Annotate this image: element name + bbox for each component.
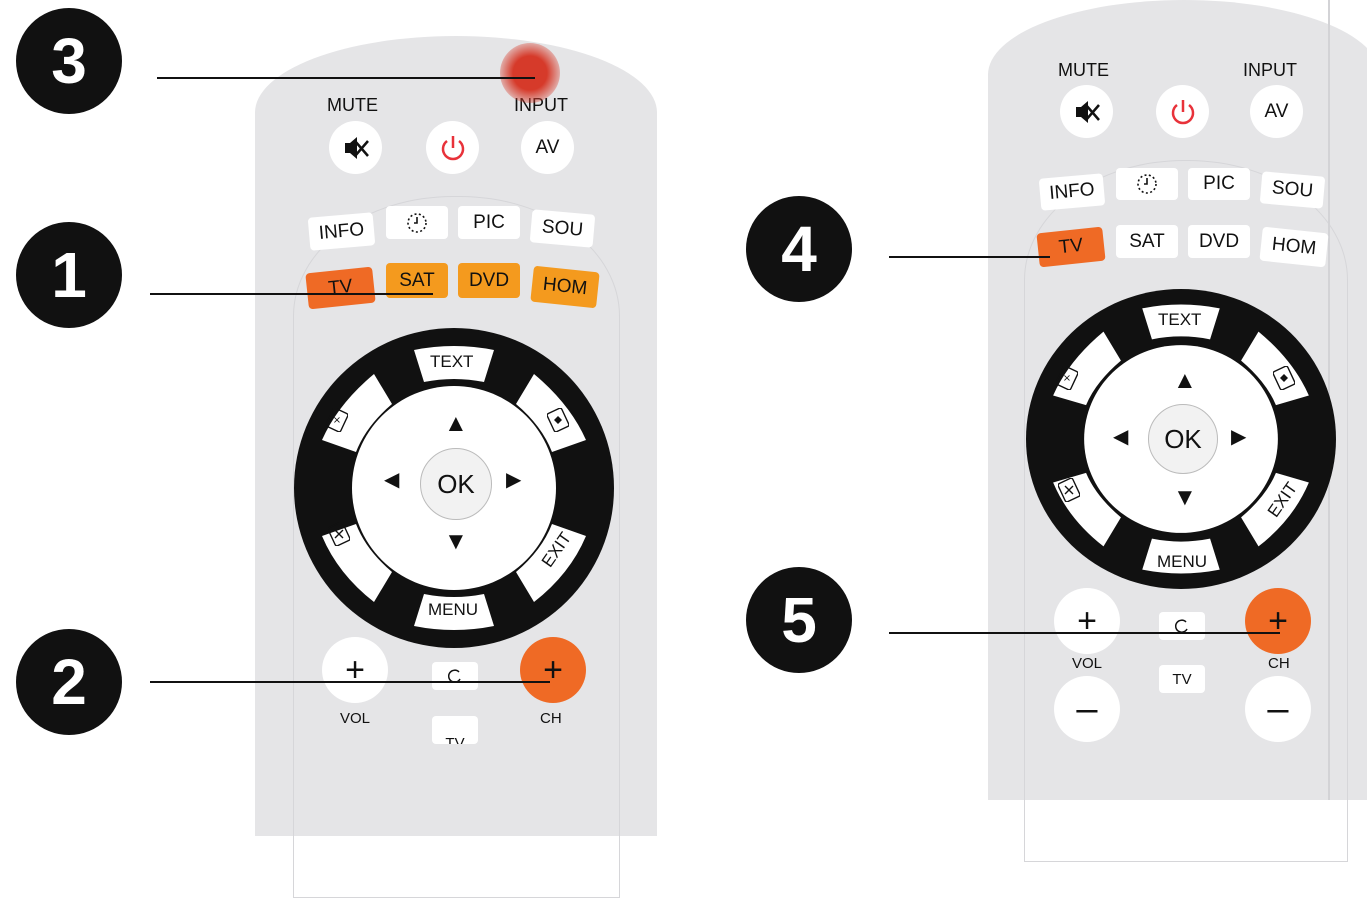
vol-label: VOL [340, 710, 371, 727]
leader-line-2 [150, 681, 550, 683]
power-icon-r [1171, 99, 1194, 124]
left-arrow-icon[interactable]: ◀ [384, 470, 399, 490]
menu-key[interactable]: MENU [428, 600, 478, 620]
left-arrow-icon-r[interactable]: ◀ [1113, 427, 1128, 447]
ok-button-r[interactable]: OK [1148, 404, 1218, 474]
menu-key-r[interactable]: MENU [1157, 552, 1207, 572]
text-key[interactable]: TEXT [430, 352, 473, 372]
leader-line-1 [150, 293, 433, 295]
right-arrow-icon[interactable]: ▶ [506, 470, 521, 490]
callout-5: 5 [746, 567, 852, 673]
timer-key[interactable] [386, 206, 448, 239]
mute-label-r: MUTE [1058, 60, 1109, 80]
up-arrow-icon[interactable]: ▲ [444, 412, 468, 436]
leader-line-4 [889, 256, 1050, 258]
info-key[interactable]: INFO [307, 212, 376, 251]
vol-minus-button-r[interactable]: – [1054, 676, 1120, 742]
input-label-r: INPUT [1243, 60, 1297, 80]
ch-minus-button-r[interactable]: – [1245, 676, 1311, 742]
tv-button-r[interactable]: TV [1159, 665, 1205, 693]
av-button-r[interactable]: AV [1250, 85, 1303, 138]
dvd-source-key-r[interactable]: DVD [1188, 225, 1250, 258]
down-arrow-icon-r[interactable]: ▼ [1173, 486, 1197, 510]
callout-2: 2 [16, 629, 122, 735]
mute-button[interactable] [329, 121, 382, 174]
hom-source-key-r[interactable]: HOM [1259, 226, 1329, 268]
hom-source-key[interactable]: HOM [530, 265, 600, 309]
vol-plus-button[interactable]: + [322, 637, 388, 703]
mute-icon [344, 136, 369, 159]
text-key-r[interactable]: TEXT [1158, 310, 1201, 330]
callout-4: 4 [746, 196, 852, 302]
right-arrow-icon-r[interactable]: ▶ [1231, 427, 1246, 447]
tv-button[interactable]: TV [432, 716, 478, 744]
recall-button[interactable] [432, 662, 478, 690]
ch-label-r: CH [1268, 655, 1290, 672]
up-arrow-icon-r[interactable]: ▲ [1173, 369, 1197, 393]
dvd-source-key[interactable]: DVD [458, 263, 520, 298]
power-button[interactable] [426, 121, 479, 174]
vol-plus-button-r[interactable]: + [1054, 588, 1120, 654]
vol-label-r: VOL [1072, 655, 1103, 672]
svg-text:×: × [333, 415, 341, 426]
power-button-r[interactable] [1156, 85, 1209, 138]
pic-key[interactable]: PIC [458, 206, 520, 239]
timer-icon [407, 212, 427, 233]
mute-icon-r [1075, 100, 1100, 123]
timer-key-r[interactable] [1116, 168, 1178, 200]
timer-icon-r [1137, 174, 1157, 194]
svg-text:×: × [1063, 373, 1071, 384]
teletext-mix-icon-r[interactable] [1058, 478, 1080, 502]
sou-key[interactable]: SOU [529, 209, 596, 248]
callout-3: 3 [16, 8, 122, 114]
ch-label: CH [540, 710, 562, 727]
tv-button-label: TV [445, 735, 465, 744]
down-arrow-icon[interactable]: ▼ [444, 530, 468, 554]
pic-key-r[interactable]: PIC [1188, 168, 1250, 200]
av-button[interactable]: AV [521, 121, 574, 174]
recall-button-r[interactable] [1159, 612, 1205, 640]
teletext-mix-icon[interactable] [328, 522, 350, 546]
ir-emitter-glow [500, 43, 560, 103]
mute-button-r[interactable] [1060, 85, 1113, 138]
leader-line-3 [157, 77, 535, 79]
power-icon [441, 135, 464, 160]
callout-1: 1 [16, 222, 122, 328]
sou-key-r[interactable]: SOU [1259, 171, 1326, 209]
ch-plus-button[interactable]: + [520, 637, 586, 703]
teletext-reveal-icon-r[interactable] [1273, 366, 1295, 390]
ok-button[interactable]: OK [420, 448, 492, 520]
leader-line-5 [889, 632, 1280, 634]
tv-source-key-r[interactable]: TV [1036, 226, 1106, 268]
mute-label: MUTE [327, 95, 378, 115]
sat-source-key-r[interactable]: SAT [1116, 225, 1178, 258]
teletext-cancel-icon[interactable]: × [326, 408, 348, 432]
info-key-r[interactable]: INFO [1038, 173, 1106, 211]
tv-source-key[interactable]: TV [305, 266, 376, 310]
teletext-cancel-icon-r[interactable]: × [1056, 366, 1078, 390]
teletext-reveal-icon[interactable] [547, 408, 569, 432]
ch-plus-button-r[interactable]: + [1245, 588, 1311, 654]
